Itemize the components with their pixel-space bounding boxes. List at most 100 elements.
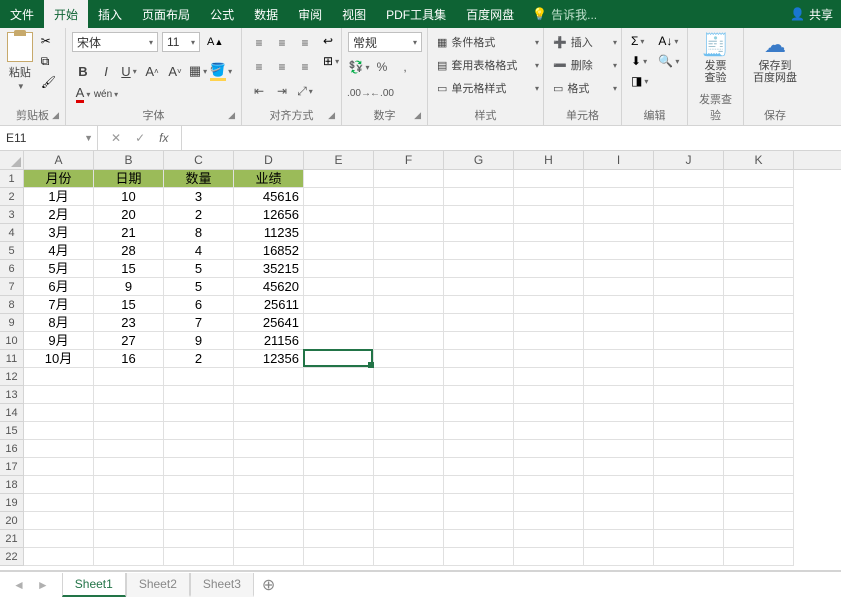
row-header[interactable]: 11 (0, 350, 23, 368)
cell[interactable]: 3月 (24, 224, 94, 242)
currency-button[interactable]: 💱▾ (348, 56, 370, 78)
row-header[interactable]: 13 (0, 386, 23, 404)
cell[interactable] (304, 548, 374, 566)
cell[interactable] (724, 530, 794, 548)
cell[interactable] (584, 206, 654, 224)
cell[interactable]: 25611 (234, 296, 304, 314)
cell[interactable] (304, 224, 374, 242)
merge-button[interactable]: ⊞▾ (320, 52, 342, 70)
cell[interactable] (514, 188, 584, 206)
cell[interactable] (24, 494, 94, 512)
number-format-combo[interactable]: 常规▾ (348, 32, 422, 52)
cell[interactable] (304, 386, 374, 404)
row-header[interactable]: 20 (0, 512, 23, 530)
cell[interactable] (584, 224, 654, 242)
cell[interactable] (234, 440, 304, 458)
sort-filter-button[interactable]: A↓▾ (655, 32, 682, 50)
cell[interactable] (584, 494, 654, 512)
cell[interactable]: 9月 (24, 332, 94, 350)
column-header[interactable]: I (584, 151, 654, 169)
cell[interactable] (94, 368, 164, 386)
column-header[interactable]: C (164, 151, 234, 169)
cell[interactable] (584, 440, 654, 458)
row-header[interactable]: 19 (0, 494, 23, 512)
cell[interactable] (584, 332, 654, 350)
formula-input[interactable] (182, 126, 841, 150)
tab-pdf-tools[interactable]: PDF工具集 (376, 0, 456, 28)
cell[interactable] (444, 206, 514, 224)
cell[interactable]: 8 (164, 224, 234, 242)
cell[interactable] (584, 242, 654, 260)
row-header[interactable]: 7 (0, 278, 23, 296)
cell[interactable] (444, 170, 514, 188)
cell[interactable] (374, 512, 444, 530)
cell[interactable] (444, 296, 514, 314)
cell[interactable]: 8月 (24, 314, 94, 332)
insert-cells-button[interactable]: ➕插入▾ (550, 32, 620, 52)
phonetic-button[interactable]: wén▾ (95, 83, 117, 105)
column-header[interactable]: H (514, 151, 584, 169)
cell[interactable] (94, 458, 164, 476)
cell[interactable] (444, 512, 514, 530)
cell[interactable] (724, 188, 794, 206)
row-header[interactable]: 12 (0, 368, 23, 386)
cell[interactable] (514, 368, 584, 386)
row-header[interactable]: 15 (0, 422, 23, 440)
cell[interactable] (654, 404, 724, 422)
cell[interactable] (164, 476, 234, 494)
cell[interactable] (514, 314, 584, 332)
cell[interactable]: 27 (94, 332, 164, 350)
cell[interactable] (234, 530, 304, 548)
tab-baidu-disk[interactable]: 百度网盘 (456, 0, 524, 28)
cell[interactable] (24, 440, 94, 458)
cell[interactable] (514, 548, 584, 566)
clear-button[interactable]: ◨▾ (628, 72, 651, 90)
tab-view[interactable]: 视图 (332, 0, 376, 28)
cell[interactable] (374, 422, 444, 440)
cell[interactable] (304, 368, 374, 386)
cell[interactable] (584, 368, 654, 386)
cell[interactable] (374, 548, 444, 566)
format-cells-button[interactable]: ▭格式▾ (550, 78, 620, 98)
cell[interactable]: 25641 (234, 314, 304, 332)
cell[interactable] (584, 458, 654, 476)
font-size-combo[interactable]: 11▾ (162, 32, 200, 52)
align-center-button[interactable]: ≡ (271, 56, 293, 78)
cell[interactable]: 45620 (234, 278, 304, 296)
cell[interactable]: 日期 (94, 170, 164, 188)
cell[interactable] (584, 404, 654, 422)
cell[interactable] (514, 530, 584, 548)
table-format-button[interactable]: ▤套用表格格式▾ (434, 55, 542, 75)
sheet-tab[interactable]: Sheet2 (126, 573, 190, 597)
cell[interactable] (374, 458, 444, 476)
cell[interactable] (94, 440, 164, 458)
cell[interactable] (724, 332, 794, 350)
cell[interactable] (234, 494, 304, 512)
cell[interactable] (444, 242, 514, 260)
cell[interactable] (584, 548, 654, 566)
column-header[interactable]: K (724, 151, 794, 169)
cell[interactable] (234, 386, 304, 404)
cell[interactable] (374, 314, 444, 332)
row-header[interactable]: 17 (0, 458, 23, 476)
cell[interactable] (234, 458, 304, 476)
row-header[interactable]: 4 (0, 224, 23, 242)
fill-color-button[interactable]: 🪣▾ (210, 60, 232, 82)
border-button[interactable]: ▦▾ (187, 60, 209, 82)
cell[interactable] (724, 224, 794, 242)
underline-button[interactable]: U▾ (118, 60, 140, 82)
cell[interactable] (724, 296, 794, 314)
decrease-decimal-button[interactable]: ←.00 (371, 82, 393, 104)
cell[interactable] (724, 548, 794, 566)
cell[interactable] (514, 260, 584, 278)
cell[interactable] (584, 296, 654, 314)
cell[interactable] (584, 476, 654, 494)
cell[interactable] (584, 170, 654, 188)
cell[interactable] (514, 296, 584, 314)
conditional-format-button[interactable]: ▦条件格式▾ (434, 32, 542, 52)
orientation-button[interactable]: ⤢▾ (294, 80, 316, 102)
cell[interactable] (654, 224, 724, 242)
cell[interactable] (374, 170, 444, 188)
cell[interactable] (584, 422, 654, 440)
row-header[interactable]: 16 (0, 440, 23, 458)
